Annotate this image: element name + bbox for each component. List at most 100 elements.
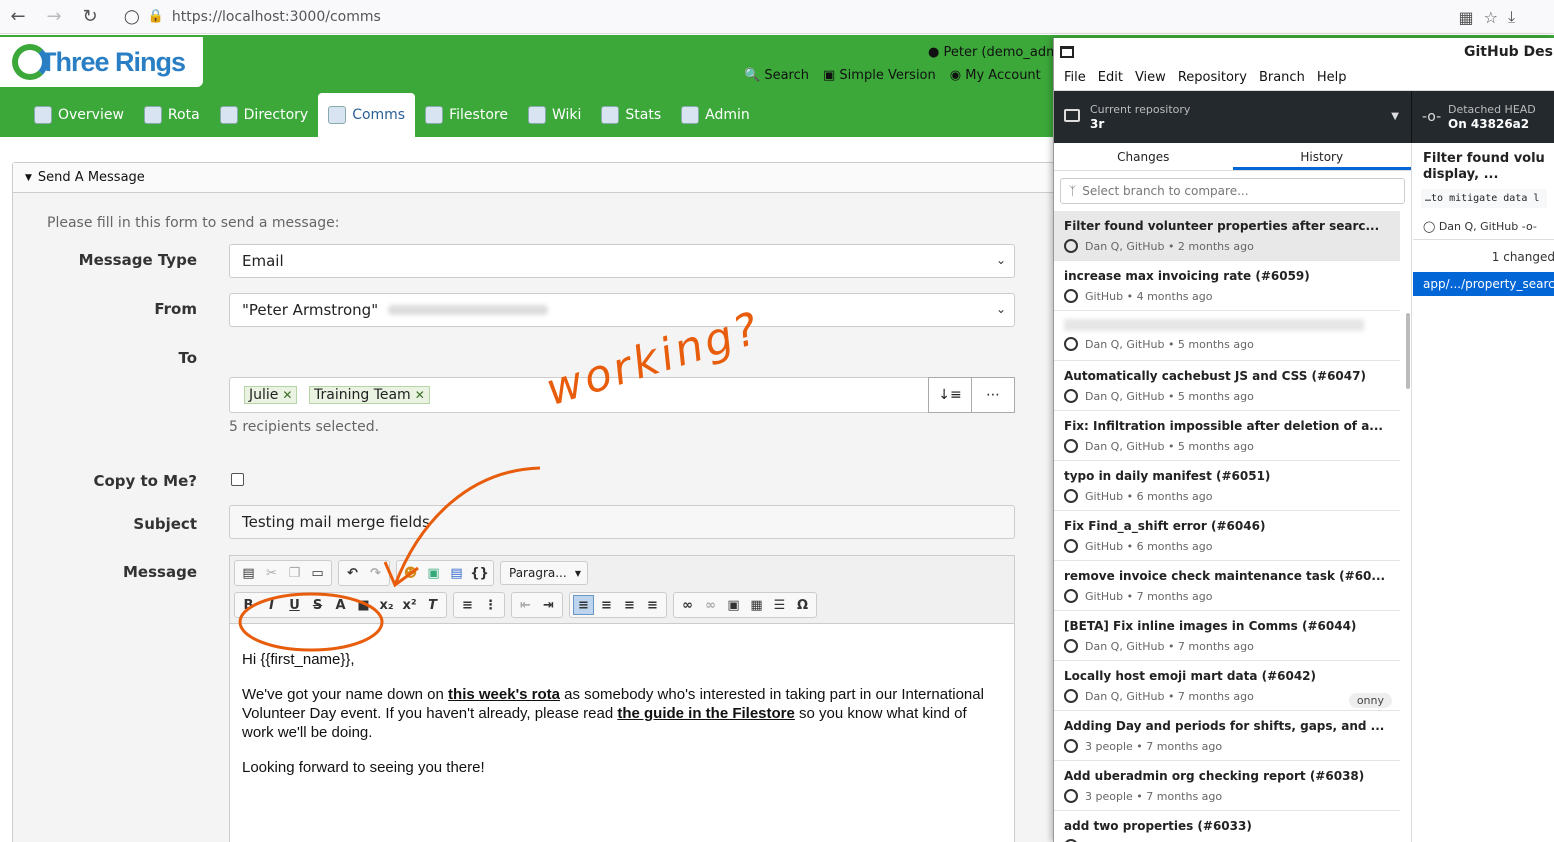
menu-file[interactable]: File — [1064, 70, 1086, 85]
tab-rota[interactable]: Rota — [134, 93, 210, 137]
cut-icon[interactable]: ✂ — [261, 563, 282, 583]
subscript-icon[interactable]: x₂ — [376, 595, 397, 615]
commit-item[interactable]: [BETA] Fix inline images in Comms (#6044… — [1054, 611, 1400, 661]
recipient-chip[interactable]: Julie ✕ — [244, 386, 298, 404]
menu-repository[interactable]: Repository — [1178, 70, 1247, 85]
recipient-chip[interactable]: Training Team ✕ — [309, 386, 430, 404]
menu-edit[interactable]: Edit — [1098, 70, 1123, 85]
avatar — [1064, 589, 1078, 603]
bullet-list-icon[interactable]: ⋮ — [480, 595, 501, 615]
tab-directory[interactable]: Directory — [210, 93, 319, 137]
copy-to-me-checkbox[interactable] — [231, 473, 244, 486]
superscript-icon[interactable]: x² — [399, 595, 420, 615]
commit-meta: GitHub • 4 months ago — [1064, 289, 1390, 303]
tab-changes[interactable]: Changes — [1054, 143, 1233, 170]
align-left-icon[interactable]: ≡ — [573, 595, 594, 615]
commit-item[interactable]: Dan Q, GitHub • 5 months ago — [1054, 311, 1400, 361]
message-type-select[interactable]: Email ⌄ — [229, 244, 1015, 278]
clear-format-icon[interactable]: T — [422, 595, 443, 615]
tab-stats[interactable]: Stats — [591, 93, 671, 137]
underline-icon[interactable]: U — [284, 595, 305, 615]
special-char-icon[interactable]: Ω — [792, 595, 813, 615]
commit-item[interactable]: add two properties (#6033) — [1054, 811, 1400, 842]
background-color-icon[interactable]: ■ — [353, 595, 374, 615]
commit-item[interactable]: increase max invoicing rate (#6059) GitHu… — [1054, 261, 1400, 311]
commit-item[interactable]: Fix Find_a_shift error (#6046) GitHub • 6… — [1054, 511, 1400, 561]
message-editor[interactable]: ▤ ✂ ❐ ▭ ↶ ↷ ☻ ▣ ▤ {} Paragra... ▼ B I U … — [229, 555, 1015, 842]
commit-item[interactable]: Fix: Infiltration impossible after delet… — [1054, 411, 1400, 461]
commit-item[interactable]: Filter found volunteer properties after … — [1054, 211, 1400, 261]
bold-icon[interactable]: B — [238, 595, 259, 615]
tab-comms[interactable]: Comms — [318, 93, 416, 137]
filestore-icon[interactable]: ▤ — [446, 563, 467, 583]
tab-wiki[interactable]: Wiki — [518, 93, 591, 137]
scrollbar[interactable] — [1406, 313, 1410, 389]
commit-item[interactable]: Add uberadmin org checking report (#6038… — [1054, 761, 1400, 811]
extensions-icon[interactable]: ▦ — [1459, 8, 1474, 27]
back-icon[interactable]: ← — [0, 0, 36, 34]
tab-filestore[interactable]: Filestore — [415, 93, 518, 137]
text-color-icon[interactable]: A — [330, 595, 351, 615]
align-right-icon[interactable]: ≡ — [619, 595, 640, 615]
tab-history[interactable]: History — [1232, 143, 1411, 170]
more-options-button[interactable]: ⋯ — [971, 377, 1015, 413]
downloads-icon[interactable]: ⤓ — [1508, 7, 1548, 27]
align-center-icon[interactable]: ≡ — [596, 595, 617, 615]
indent-icon[interactable]: ⇥ — [538, 595, 559, 615]
outdent-icon[interactable]: ⇤ — [515, 595, 536, 615]
commit-item[interactable]: remove invoice check maintenance task (#… — [1054, 561, 1400, 611]
current-repository-dropdown[interactable]: Current repository 3r ▼ — [1054, 91, 1412, 143]
commit-item[interactable]: Adding Day and periods for shifts, gaps,… — [1054, 711, 1400, 761]
filestore-guide-link[interactable]: the guide in the Filestore — [617, 705, 795, 722]
table-icon[interactable]: ▦ — [746, 595, 767, 615]
branch-dropdown[interactable]: -o- Detached HEAD On 43826a2 — [1412, 91, 1554, 143]
commit-item[interactable]: typo in daily manifest (#6051) GitHub • 6… — [1054, 461, 1400, 511]
subject-input[interactable]: Testing mail merge fields — [229, 505, 1015, 539]
strikethrough-icon[interactable]: S — [307, 595, 328, 615]
commit-list: Filter found volunteer properties after … — [1054, 211, 1411, 842]
copy-icon[interactable]: ❐ — [284, 563, 305, 583]
my-account-link[interactable]: ◉ My Account — [950, 68, 1041, 83]
remove-icon[interactable]: ✕ — [415, 388, 425, 402]
source-icon[interactable]: ▤ — [238, 563, 259, 583]
italic-icon[interactable]: I — [261, 595, 282, 615]
editor-content[interactable]: Hi {{first_name}}, We've got your name d… — [230, 624, 1014, 819]
forward-icon[interactable]: → — [36, 0, 72, 34]
simple-version-link[interactable]: ▣ Simple Version — [823, 68, 936, 83]
sort-recipients-button[interactable]: ↓≡ — [928, 377, 972, 413]
justify-icon[interactable]: ≡ — [642, 595, 663, 615]
link-icon[interactable]: ∞ — [677, 595, 698, 615]
numbered-list-icon[interactable]: ≡ — [457, 595, 478, 615]
placeholder-icon[interactable]: {} — [469, 563, 490, 583]
bookmark-star-icon[interactable]: ☆ — [1484, 8, 1498, 27]
commit-meta-text: GitHub • 4 months ago — [1085, 289, 1213, 303]
menu-branch[interactable]: Branch — [1259, 70, 1305, 85]
branch-compare-input[interactable]: ᛉ Select branch to compare... — [1060, 178, 1405, 204]
tab-admin[interactable]: Admin — [671, 93, 760, 137]
commit-item[interactable]: Locally host emoji mart data (#6042) Dan … — [1054, 661, 1400, 711]
remove-icon[interactable]: ✕ — [282, 388, 292, 402]
panel-header[interactable]: ▼ Send A Message — [13, 163, 1071, 193]
changed-file-item[interactable]: app/.../property_searc — [1413, 272, 1554, 296]
horizontal-rule-icon[interactable]: ☰ — [769, 595, 790, 615]
address-bar[interactable]: ◯ 🔒 https://localhost:3000/comms — [124, 0, 381, 34]
paste-icon[interactable]: ▭ — [307, 563, 328, 583]
unlink-icon[interactable]: ∞ — [700, 595, 721, 615]
tab-overview[interactable]: Overview — [24, 93, 134, 137]
paragraph-format-select[interactable]: Paragra... ▼ — [500, 561, 588, 585]
person-icon[interactable]: ☻ — [400, 563, 421, 583]
reload-icon[interactable]: ↻ — [72, 0, 108, 34]
user-name[interactable]: ● Peter (demo_admi — [928, 45, 1062, 60]
menu-help[interactable]: Help — [1317, 70, 1347, 85]
logo[interactable]: Three Rings — [0, 37, 203, 87]
image-icon[interactable]: ▣ — [423, 563, 444, 583]
insert-image-icon[interactable]: ▣ — [723, 595, 744, 615]
undo-icon[interactable]: ↶ — [342, 563, 363, 583]
from-select[interactable]: "Peter Armstrong" ⌄ — [229, 293, 1015, 327]
comms-icon — [328, 106, 347, 124]
search-link[interactable]: 🔍 Search — [744, 68, 809, 83]
menu-view[interactable]: View — [1135, 70, 1166, 85]
redo-icon[interactable]: ↷ — [365, 563, 386, 583]
commit-item[interactable]: Automatically cachebust JS and CSS (#604… — [1054, 361, 1400, 411]
rota-link[interactable]: this week's rota — [448, 686, 560, 703]
